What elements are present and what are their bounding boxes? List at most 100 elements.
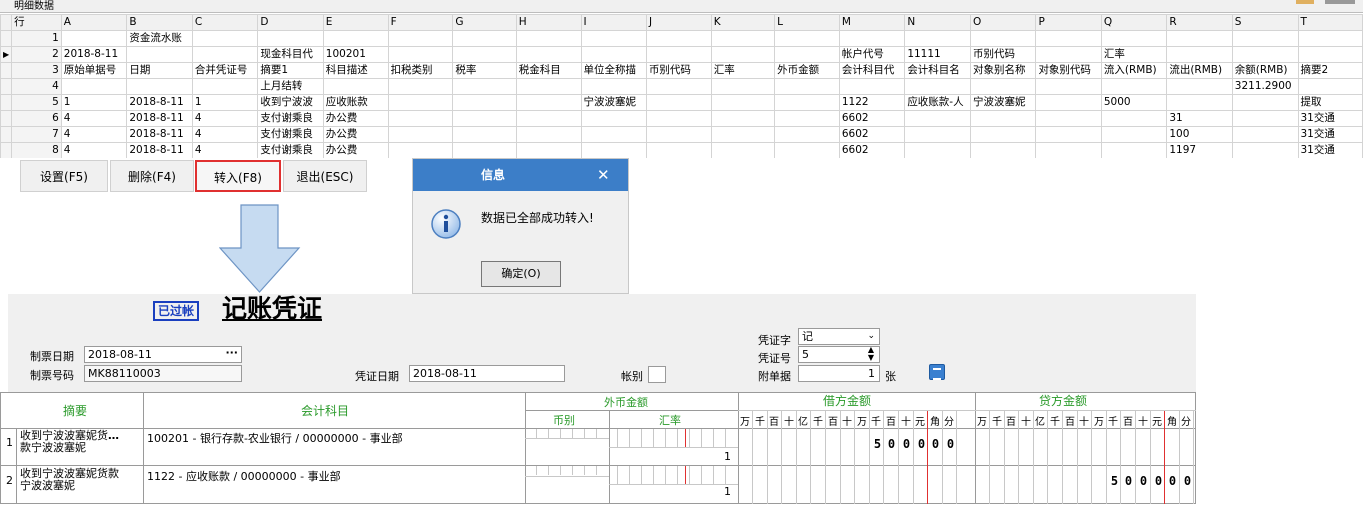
sheet-row[interactable]: 1 资金流水账	[0, 30, 1363, 47]
column-header[interactable]: 行	[11, 14, 62, 31]
sheet-cell[interactable]	[645, 142, 712, 158]
column-header[interactable]: O	[969, 14, 1037, 31]
column-header[interactable]: J	[645, 14, 712, 31]
entry-account[interactable]: 100201 - 银行存款-农业银行 / 00000000 - 事业部	[147, 430, 403, 446]
sheet-cell[interactable]	[580, 78, 647, 95]
row-number[interactable]: 8	[11, 142, 62, 158]
sheet-cell[interactable]: 流入(RMB)	[1100, 62, 1168, 79]
sheet-cell[interactable]: 资金流水账	[126, 30, 193, 47]
sheet-cell[interactable]	[645, 126, 712, 143]
sheet-cell[interactable]	[452, 126, 517, 143]
sheet-cell[interactable]: 流出(RMB)	[1166, 62, 1233, 79]
calculator-icon[interactable]	[929, 364, 945, 380]
row-number[interactable]: 7	[11, 126, 62, 143]
sheet-cell[interactable]: 扣税类别	[387, 62, 454, 79]
sheet-row[interactable]: 5 1 2018-8-11 1 收到宁波波 应收账款 宁波波塞妮 1122 应收账款-人 宁波波塞…	[0, 94, 1363, 111]
sheet-cell[interactable]: 1	[191, 94, 259, 111]
sheet-cell[interactable]: 1	[60, 94, 128, 111]
sheet-cell[interactable]: 帐户代号	[838, 46, 906, 63]
sheet-cell[interactable]: 4	[60, 126, 128, 143]
sheet-cell[interactable]	[452, 78, 517, 95]
entry-summary[interactable]: 收到宁波波塞妮货款 宁波波塞妮	[20, 468, 119, 492]
sheet-cell[interactable]	[838, 30, 906, 47]
voucher-date-field[interactable]: 2018-08-11	[409, 365, 565, 382]
exit-button[interactable]: 退出(ESC)	[283, 160, 367, 192]
sheet-cell[interactable]	[1297, 30, 1363, 47]
sheet-row[interactable]: 7 4 2018-8-11 4 支付谢乘良 办公费 6602 100 31交通	[0, 126, 1363, 143]
sheet-row[interactable]: 3 原始单据号 日期 合并凭证号 摘要1 科目描述 扣税类别 税率 税金科目 单位全称描 币别代码汇…	[0, 62, 1363, 79]
sheet-cell[interactable]	[1231, 46, 1299, 63]
sheet-cell[interactable]	[515, 110, 582, 127]
sheet-cell[interactable]: 31交通	[1297, 110, 1363, 127]
row-number[interactable]: 6	[11, 110, 62, 127]
sheet-cell[interactable]	[969, 110, 1037, 127]
sheet-cell[interactable]	[710, 46, 776, 63]
sheet-cell[interactable]: 100	[1166, 126, 1233, 143]
make-no-field[interactable]: MK88110003	[84, 365, 242, 382]
sheet-cell[interactable]	[126, 46, 193, 63]
sheet-cell[interactable]: 2018-8-11	[126, 126, 193, 143]
sheet-cell[interactable]: 宁波波塞妮	[580, 94, 647, 111]
sheet-cell[interactable]	[710, 30, 776, 47]
row-number[interactable]: 4	[11, 78, 62, 95]
sheet-cell[interactable]: 11111	[904, 46, 971, 63]
sheet-cell[interactable]	[838, 78, 906, 95]
sheet-cell[interactable]	[60, 30, 128, 47]
column-header[interactable]: P	[1035, 14, 1102, 31]
sheet-cell[interactable]	[387, 30, 454, 47]
sheet-cell[interactable]	[580, 126, 647, 143]
sheet-cell[interactable]	[969, 126, 1037, 143]
sheet-cell[interactable]: 1197	[1166, 142, 1233, 158]
column-header[interactable]: A	[60, 14, 128, 31]
sheet-cell[interactable]: 2018-8-11	[126, 110, 193, 127]
sheet-cell[interactable]: 会计科目代	[838, 62, 906, 79]
sheet-cell[interactable]	[191, 30, 259, 47]
sheet-cell[interactable]	[645, 78, 712, 95]
sheet-cell[interactable]	[774, 94, 840, 111]
sheet-cell[interactable]	[774, 110, 840, 127]
sheet-cell[interactable]	[515, 126, 582, 143]
sheet-cell[interactable]	[645, 94, 712, 111]
sheet-cell[interactable]	[904, 78, 971, 95]
sheet-cell[interactable]: 合并凭证号	[191, 62, 259, 79]
sheet-cell[interactable]	[452, 46, 517, 63]
sheet-cell[interactable]: 币别代码	[645, 62, 712, 79]
sheet-cell[interactable]: 6602	[838, 142, 906, 158]
sheet-cell[interactable]	[387, 126, 454, 143]
column-header[interactable]: H	[515, 14, 582, 31]
sheet-cell[interactable]	[1035, 110, 1102, 127]
sheet-cell[interactable]: 日期	[126, 62, 193, 79]
entry-account[interactable]: 1122 - 应收账款 / 00000000 - 事业部	[147, 468, 341, 484]
make-date-field[interactable]: 2018-08-11 ···	[84, 346, 242, 363]
sheet-cell[interactable]	[515, 46, 582, 63]
sheet-cell[interactable]: 收到宁波波	[257, 94, 324, 111]
sheet-cell[interactable]	[904, 110, 971, 127]
sheet-cell[interactable]	[645, 30, 712, 47]
voucher-word-select[interactable]: 记 ⌄	[798, 328, 880, 345]
attach-count-field[interactable]: 1	[798, 365, 880, 382]
sheet-cell[interactable]	[904, 30, 971, 47]
chevron-down-icon[interactable]: ⌄	[867, 329, 875, 344]
entry-rate[interactable]: 1	[724, 450, 731, 463]
sheet-cell[interactable]	[1035, 142, 1102, 158]
sheet-row[interactable]: 4 上月结转 3211.2900	[0, 78, 1363, 95]
sheet-cell[interactable]	[580, 142, 647, 158]
sheet-cell[interactable]	[387, 46, 454, 63]
sheet-cell[interactable]	[1100, 142, 1168, 158]
column-header[interactable]: M	[838, 14, 906, 31]
ok-button[interactable]: 确定(O)	[481, 261, 561, 287]
sheet-cell[interactable]	[257, 30, 324, 47]
sheet-cell[interactable]	[1100, 126, 1168, 143]
sheet-cell[interactable]	[904, 126, 971, 143]
sheet-cell[interactable]	[1035, 94, 1102, 111]
sheet-cell[interactable]	[1297, 78, 1363, 95]
sheet-cell[interactable]: 2018-8-11	[60, 46, 128, 63]
sheet-cell[interactable]	[515, 30, 582, 47]
sheet-cell[interactable]: 支付谢乘良	[257, 142, 324, 158]
column-header[interactable]: E	[322, 14, 389, 31]
sheet-cell[interactable]	[969, 142, 1037, 158]
sheet-cell[interactable]	[60, 78, 128, 95]
sheet-cell[interactable]	[1231, 126, 1299, 143]
sheet-cell[interactable]: 4	[191, 110, 259, 127]
sheet-cell[interactable]	[710, 94, 776, 111]
